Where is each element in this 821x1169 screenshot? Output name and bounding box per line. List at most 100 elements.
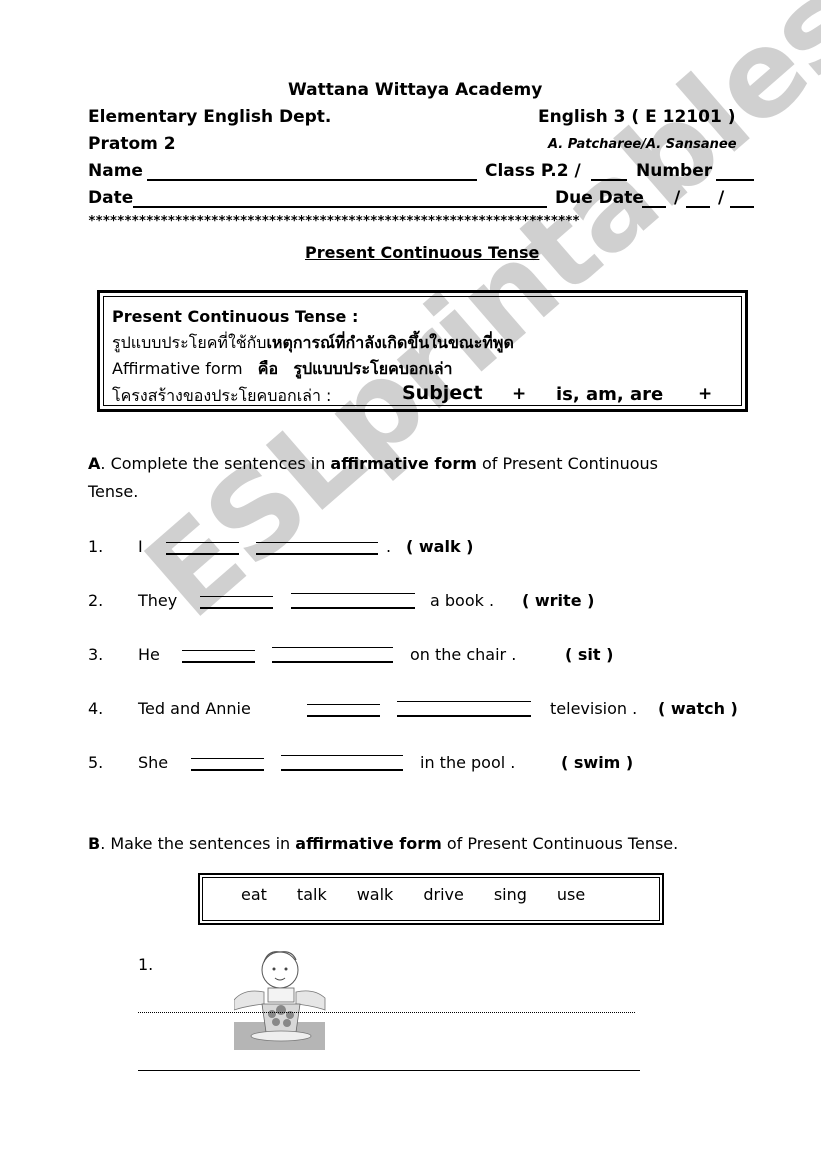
- class-label: Class P.2 /: [485, 161, 581, 181]
- guide-line: [256, 542, 378, 543]
- affirm-def: รูปแบบประโยคบอกเล่า: [293, 359, 453, 378]
- item-a4-subject: Ted and Annie: [138, 699, 251, 718]
- guide-line: [397, 701, 531, 702]
- word-bank-item: walk: [356, 885, 394, 904]
- teachers: A. Patcharee/A. Sansanee: [548, 137, 737, 152]
- structure-plus-2: +: [698, 384, 713, 404]
- item-a4-rest: television .: [550, 699, 638, 718]
- guide-line: [200, 596, 273, 597]
- item-a2-rest: a book .: [430, 591, 495, 610]
- child-eating-salad-illustration: [234, 951, 326, 1050]
- item-a1-subject: I: [138, 537, 143, 556]
- section-b-letter: B: [88, 834, 101, 853]
- school-name: Wattana Wittaya Academy: [288, 80, 543, 100]
- word-bank-item: talk: [296, 885, 327, 904]
- structure-verb: is, am, are: [556, 384, 664, 405]
- item-a4-number: 4.: [88, 699, 104, 718]
- right-arm: [295, 990, 326, 1011]
- affirm-label: Affirmative form: [112, 359, 243, 378]
- item-a5-number: 5.: [88, 753, 104, 772]
- info-affirmative-line: Affirmative form คือ รูปแบบประโยคบอกเล่า: [112, 357, 452, 382]
- class-field[interactable]: [591, 179, 627, 181]
- item-a3-blank-2[interactable]: [272, 661, 393, 663]
- right-eye: [284, 967, 288, 971]
- info-thai-definition: รูปแบบประโยคที่ใช้กับเหตุการณ์ที่กำลังเก…: [112, 331, 514, 356]
- item-a3-number: 3.: [88, 645, 104, 664]
- due-slash-2: /: [718, 188, 725, 208]
- due-slash-1: /: [674, 188, 681, 208]
- structure-subject: Subject: [402, 382, 483, 404]
- guide-line: [281, 755, 403, 756]
- item-a2-blank-1[interactable]: [200, 607, 273, 609]
- left-arm: [234, 990, 265, 1011]
- item-a1-blank-2[interactable]: [256, 553, 378, 555]
- section-a-pre: . Complete the sentences in: [100, 454, 331, 473]
- item-b1-answer-line-2[interactable]: [138, 1070, 640, 1071]
- item-a4-verb: ( watch ): [658, 699, 738, 718]
- bib: [267, 987, 295, 1003]
- item-a1-number: 1.: [88, 537, 104, 556]
- word-bank-item: sing: [493, 885, 527, 904]
- section-a-letter: A: [88, 454, 101, 473]
- child-head: [261, 951, 299, 989]
- item-a3-rest: on the chair .: [410, 645, 517, 664]
- item-a4-blank-2[interactable]: [397, 715, 531, 717]
- due-day-field[interactable]: [642, 206, 666, 208]
- item-a4-blank-1[interactable]: [307, 715, 380, 717]
- guide-line: [166, 542, 239, 543]
- number-field[interactable]: [716, 179, 754, 181]
- info-structure-label: โครงสร้างของประโยคบอกเล่า :: [112, 386, 332, 405]
- item-b1-answer-line-1[interactable]: [138, 1012, 635, 1013]
- word-bank-item: eat: [241, 885, 267, 904]
- section-b-pre: . Make the sentences in: [100, 834, 296, 853]
- section-a-post: of Present Continuous: [476, 454, 658, 473]
- item-a2-subject: They: [138, 591, 178, 610]
- number-label: Number: [636, 161, 713, 181]
- item-a3-blank-1[interactable]: [182, 661, 255, 663]
- item-a1-blank-1[interactable]: [166, 553, 239, 555]
- thai-def-plain: รูปแบบประโยคที่ใช้กับ: [112, 333, 267, 352]
- section-b-post: of Present Continuous Tense.: [441, 834, 679, 853]
- structure-plus-1: +: [512, 384, 527, 404]
- info-heading: Present Continuous Tense :: [112, 307, 359, 326]
- left-eye: [272, 967, 276, 971]
- guide-line: [182, 650, 255, 651]
- name-label: Name: [88, 161, 143, 181]
- section-b-instruction: B. Make the sentences in affirmative for…: [88, 834, 678, 853]
- date-field[interactable]: [133, 206, 547, 208]
- affirm-is: คือ: [257, 359, 279, 378]
- item-a3-verb: ( sit ): [565, 645, 614, 664]
- item-a5-rest: in the pool .: [420, 753, 516, 772]
- star-divider: ****************************************…: [88, 214, 580, 229]
- item-a5-subject: She: [138, 753, 169, 772]
- item-a5-blank-2[interactable]: [281, 769, 403, 771]
- section-a-instruction: A. Complete the sentences in affirmative…: [88, 454, 658, 473]
- item-b1-number: 1.: [138, 955, 154, 974]
- due-year-field[interactable]: [730, 206, 754, 208]
- plate: [250, 1030, 312, 1042]
- item-a5-verb: ( swim ): [561, 753, 634, 772]
- due-date-label: Due Date: [555, 188, 644, 208]
- item-a2-verb: ( write ): [522, 591, 595, 610]
- course-code: English 3 ( E 12101 ): [538, 107, 736, 127]
- date-label: Date: [88, 188, 134, 208]
- word-bank: eat talk walk drive sing use: [241, 885, 615, 904]
- item-a5-blank-1[interactable]: [191, 769, 264, 771]
- guide-line: [272, 647, 393, 648]
- item-a1-rest: .: [386, 537, 392, 556]
- guide-line: [291, 593, 415, 594]
- guide-line: [191, 758, 264, 759]
- item-a2-blank-2[interactable]: [291, 607, 415, 609]
- due-month-field[interactable]: [686, 206, 710, 208]
- word-bank-item: drive: [423, 885, 464, 904]
- word-bank-item: use: [556, 885, 586, 904]
- name-field[interactable]: [147, 179, 477, 181]
- department: Elementary English Dept.: [88, 107, 332, 127]
- item-a2-number: 2.: [88, 591, 104, 610]
- item-a3-subject: He: [138, 645, 160, 664]
- item-a1-verb: ( walk ): [406, 537, 474, 556]
- section-a-bold: affirmative form: [330, 454, 477, 473]
- guide-line: [307, 704, 380, 705]
- section-b-bold: affirmative form: [295, 834, 442, 853]
- grade-level: Pratom 2: [88, 134, 176, 154]
